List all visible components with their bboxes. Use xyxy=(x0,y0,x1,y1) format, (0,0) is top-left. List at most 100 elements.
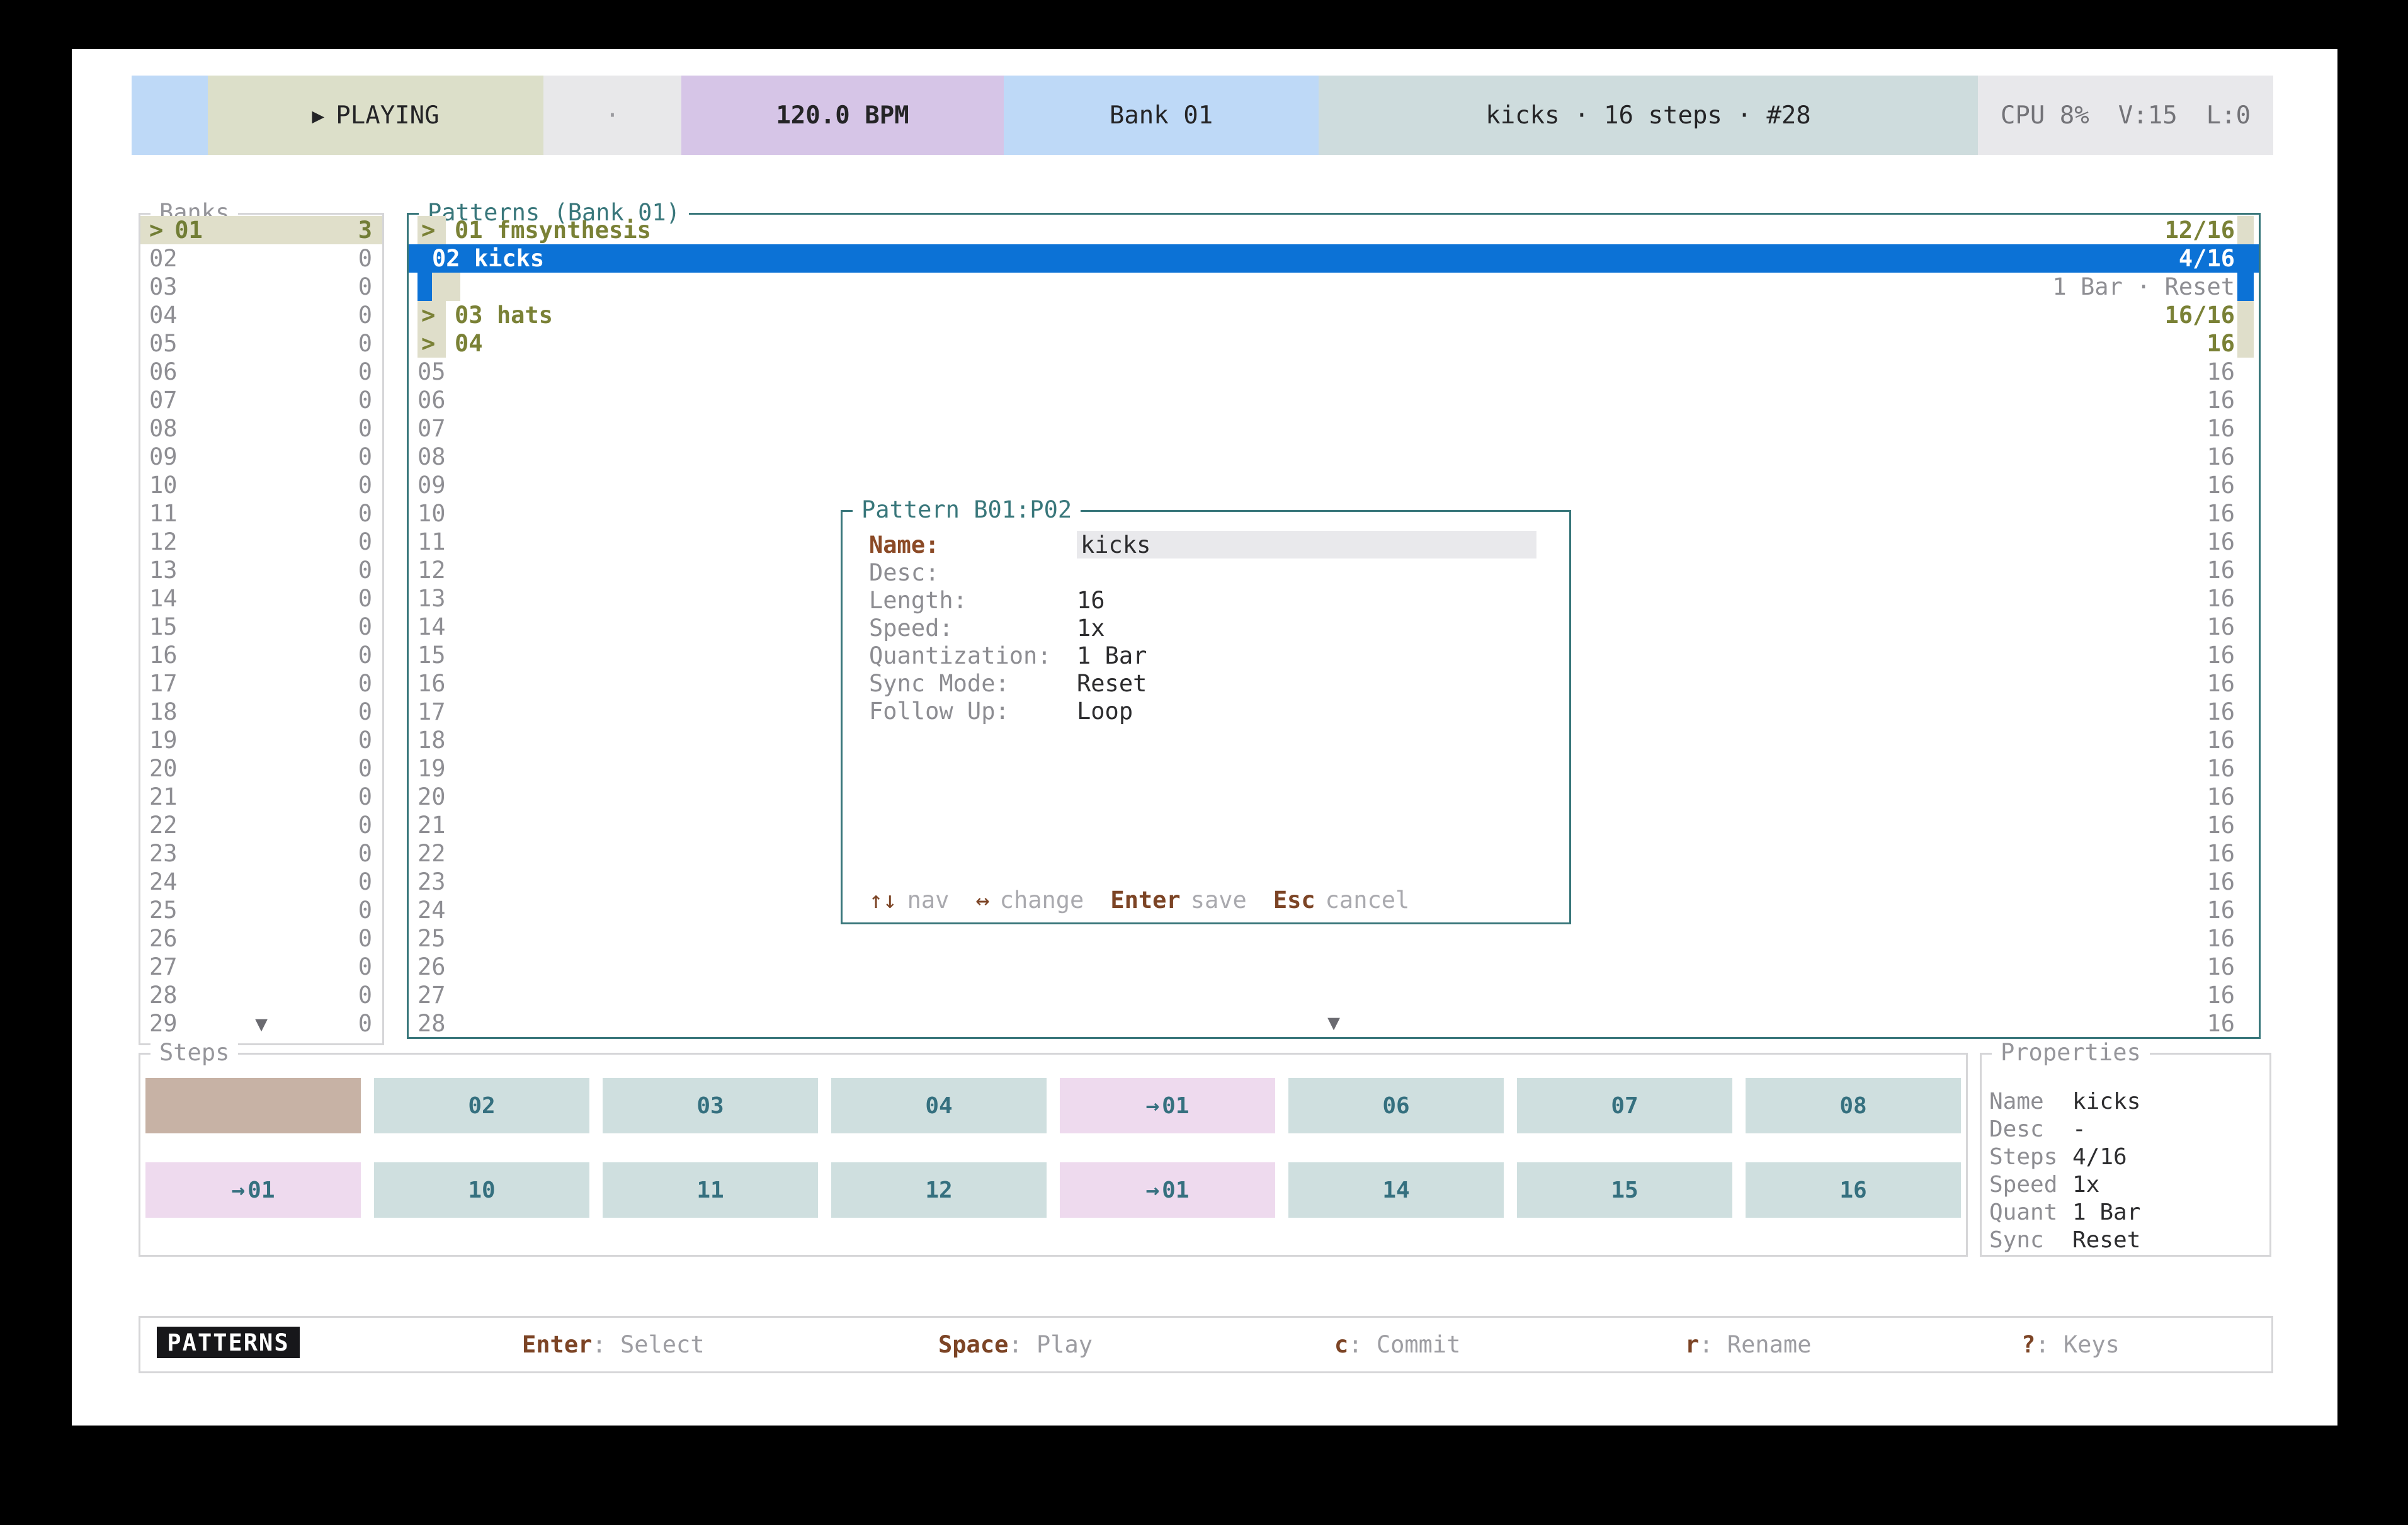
bank-row[interactable]: 030 xyxy=(140,273,382,301)
modal-field-quantization[interactable]: Quantization:1 Bar xyxy=(843,642,1569,669)
bank-row[interactable]: 230 xyxy=(140,839,382,868)
bank-row[interactable]: 29▼0 xyxy=(140,1009,382,1038)
pattern-row[interactable]: 0616 xyxy=(409,386,2259,414)
pattern-row[interactable]: >01 fmsynthesis12/16 xyxy=(409,216,2259,244)
scroll-more-icon: ▼ xyxy=(1327,1010,1340,1035)
bank-row[interactable]: 130 xyxy=(140,556,382,584)
pattern-row[interactable]: >0416 xyxy=(409,329,2259,358)
step-cell-10[interactable]: 10 xyxy=(374,1162,589,1218)
name-input[interactable]: kicks xyxy=(1077,531,1536,558)
pattern-step-count: 16 xyxy=(2206,557,2259,584)
bank-number: 13 xyxy=(149,557,178,584)
pattern-row[interactable]: >03 hats16/16 xyxy=(409,301,2259,329)
bank-number: 03 xyxy=(149,273,178,300)
step-cell-01[interactable] xyxy=(145,1078,361,1133)
pattern-row[interactable]: 2516 xyxy=(409,924,2259,953)
pattern-label: 23 xyxy=(417,868,446,895)
step-cell-07[interactable]: 07 xyxy=(1517,1078,1732,1133)
pattern-row[interactable]: 0516 xyxy=(409,358,2259,386)
bank-row[interactable]: 050 xyxy=(140,329,382,358)
modal-field-syncmode[interactable]: Sync Mode:Reset xyxy=(843,669,1569,697)
step-cell-03[interactable]: 03 xyxy=(603,1078,818,1133)
pattern-row[interactable]: 0716 xyxy=(409,414,2259,443)
bank-pattern-count: 0 xyxy=(358,755,372,782)
scroll-more-icon: ▼ xyxy=(140,1011,382,1036)
pattern-step-count: 16 xyxy=(2206,585,2259,612)
bank-number: 25 xyxy=(149,897,178,924)
field-value: 1x xyxy=(1077,615,1105,642)
step-cell-02[interactable]: 02 xyxy=(374,1078,589,1133)
bank-pattern-count: 0 xyxy=(358,302,372,329)
modal-field-followup[interactable]: Follow Up:Loop xyxy=(843,697,1569,725)
bank-row[interactable]: 040 xyxy=(140,301,382,329)
pattern-step-count: 16 xyxy=(2206,670,2259,697)
hint-label: : Commit xyxy=(1348,1331,1460,1358)
bank-row[interactable]: 210 xyxy=(140,783,382,811)
bank-row[interactable]: 180 xyxy=(140,698,382,726)
bank-row[interactable]: 270 xyxy=(140,953,382,981)
modal-field-name[interactable]: Name:kicks xyxy=(843,531,1569,558)
scrollbar-thumb-selected xyxy=(2237,244,2254,301)
play-icon: ▶ xyxy=(312,103,324,128)
modal-field-desc[interactable]: Desc: xyxy=(843,558,1569,586)
bank-row[interactable]: 280 xyxy=(140,981,382,1009)
bank-row[interactable]: 250 xyxy=(140,896,382,924)
step-cell-15[interactable]: 15 xyxy=(1517,1162,1732,1218)
step-cell-05[interactable]: →01 xyxy=(1060,1078,1275,1133)
bank-row[interactable]: 090 xyxy=(140,443,382,471)
patterns-scrollbar[interactable] xyxy=(2237,216,2254,358)
step-cell-04[interactable]: 04 xyxy=(831,1078,1047,1133)
property-row: Steps4/16 xyxy=(1982,1143,2269,1171)
pattern-label: 26 xyxy=(417,953,446,980)
property-value: 1 Bar xyxy=(2072,1199,2140,1225)
bank-row[interactable]: 060 xyxy=(140,358,382,386)
bank-row[interactable]: 150 xyxy=(140,613,382,641)
bank-pattern-count: 0 xyxy=(358,783,372,810)
bank-number: 11 xyxy=(149,500,178,527)
pattern-step-count: 16 xyxy=(2206,868,2259,895)
step-cell-08[interactable]: 08 xyxy=(1746,1078,1961,1133)
bank-row[interactable]: 100 xyxy=(140,471,382,499)
pattern-label: 13 xyxy=(417,585,446,612)
bank-number: 14 xyxy=(149,585,178,612)
transport-accent-block xyxy=(132,76,208,155)
properties-panel-title: Properties xyxy=(1992,1039,2150,1067)
field-value: Loop xyxy=(1077,698,1133,725)
step-cell-12[interactable]: 12 xyxy=(831,1162,1047,1218)
bank-row[interactable]: 200 xyxy=(140,754,382,783)
bank-row[interactable]: 110 xyxy=(140,499,382,528)
step-cell-06[interactable]: 06 xyxy=(1288,1078,1504,1133)
committed-gutter-block xyxy=(432,273,460,301)
bank-row[interactable]: 240 xyxy=(140,868,382,896)
step-cell-16[interactable]: 16 xyxy=(1746,1162,1961,1218)
pattern-step-count: 16 xyxy=(2206,415,2259,442)
step-cell-14[interactable]: 14 xyxy=(1288,1162,1504,1218)
step-cell-13[interactable]: →01 xyxy=(1060,1162,1275,1218)
pattern-row[interactable]: 2716 xyxy=(409,981,2259,1009)
bank-number: 01 xyxy=(174,217,203,244)
pattern-row[interactable]: 0916 xyxy=(409,471,2259,499)
bank-row[interactable]: 220 xyxy=(140,811,382,839)
pattern-row[interactable]: 2616 xyxy=(409,953,2259,981)
step-cell-09[interactable]: →01 xyxy=(145,1162,361,1218)
modal-field-length[interactable]: Length:16 xyxy=(843,586,1569,614)
modal-field-speed[interactable]: Speed:1x xyxy=(843,614,1569,642)
bank-row[interactable]: 190 xyxy=(140,726,382,754)
pattern-step-count: 16 xyxy=(2206,755,2259,782)
step-cell-11[interactable]: 11 xyxy=(603,1162,818,1218)
pattern-step-count: 16 xyxy=(2206,925,2259,952)
bank-row[interactable]: 120 xyxy=(140,528,382,556)
bank-row[interactable]: 140 xyxy=(140,584,382,613)
pattern-row[interactable]: 0816 xyxy=(409,443,2259,471)
bank-row[interactable]: 160 xyxy=(140,641,382,669)
pattern-row[interactable]: 02 kicks4/16 xyxy=(409,244,2259,273)
pattern-step-count: 16 xyxy=(2206,812,2259,839)
bank-row[interactable]: >013 xyxy=(140,216,382,244)
bank-row[interactable]: 020 xyxy=(140,244,382,273)
bank-row[interactable]: 170 xyxy=(140,669,382,698)
bank-row[interactable]: 070 xyxy=(140,386,382,414)
statusbar-hint-play: Space: Play xyxy=(938,1318,1093,1371)
transport-label: PLAYING xyxy=(336,101,439,130)
bank-row[interactable]: 260 xyxy=(140,924,382,953)
bank-row[interactable]: 080 xyxy=(140,414,382,443)
